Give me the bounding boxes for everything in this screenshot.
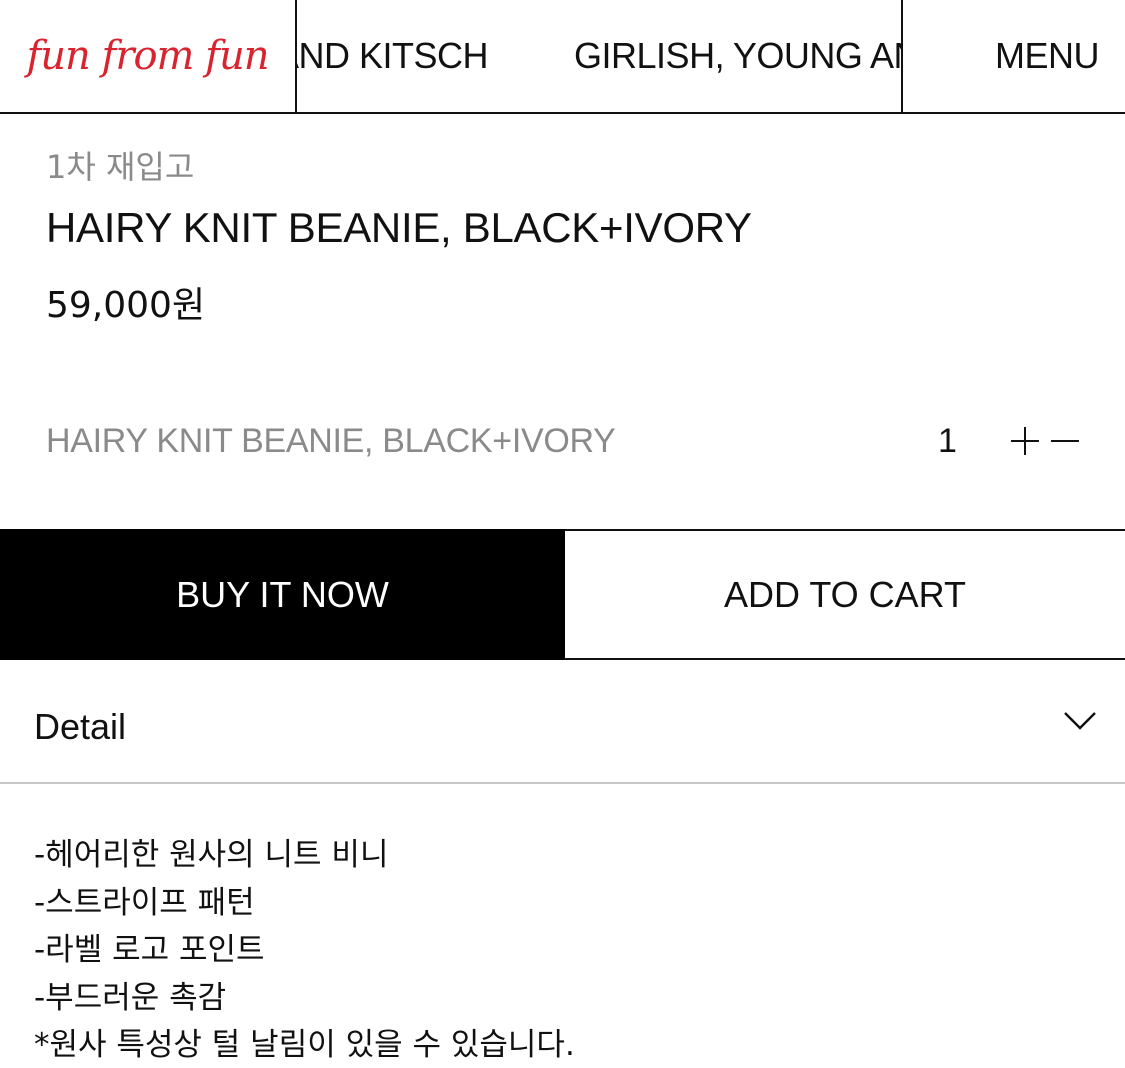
detail-line: -스트라이프 패턴 bbox=[34, 884, 255, 921]
detail-line: -헤어리한 원사의 니트 비니 bbox=[34, 837, 389, 873]
quantity-decrease-button[interactable] bbox=[1048, 424, 1082, 458]
site-header: fun from fun AND KITSCH GIRLISH, YOUNG A… bbox=[0, 0, 1125, 114]
logo[interactable]: fun from fun bbox=[0, 0, 295, 112]
detail-line: -라벨 로고 포인트 bbox=[34, 932, 265, 968]
restock-label: 1차 재입고 bbox=[46, 148, 195, 186]
menu-button[interactable]: MENU bbox=[903, 0, 1125, 112]
header-marquee: AND KITSCH GIRLISH, YOUNG AND KITSCH bbox=[295, 0, 903, 112]
quantity-increase-button[interactable] bbox=[1008, 424, 1042, 458]
marquee-item: GIRLISH, YOUNG AND KITSCH bbox=[574, 35, 901, 76]
detail-accordion-toggle[interactable]: Detail bbox=[0, 660, 1125, 784]
minus-icon bbox=[1051, 440, 1079, 442]
selected-option-name: HAIRY KNIT BEANIE, BLACK+IVORY bbox=[46, 422, 616, 460]
product-price: 59,000원 bbox=[46, 285, 206, 326]
detail-content: -헤어리한 원사의 니트 비니 -스트라이프 패턴 -라벨 로고 포인트 -부드… bbox=[34, 832, 1094, 1068]
chevron-down-icon bbox=[1064, 712, 1096, 730]
detail-line: *원사 특성상 털 날림이 있을 수 있습니다. bbox=[34, 1027, 575, 1063]
marquee-item: AND KITSCH bbox=[295, 35, 489, 76]
buy-now-button[interactable]: BUY IT NOW bbox=[0, 529, 565, 660]
add-to-cart-button[interactable]: ADD TO CART bbox=[565, 529, 1125, 660]
detail-line: -부드러운 촉감 bbox=[34, 979, 227, 1016]
product-title: HAIRY KNIT BEANIE, BLACK+IVORY bbox=[46, 204, 752, 251]
quantity-value: 1 bbox=[938, 422, 957, 460]
detail-title: Detail bbox=[34, 706, 127, 747]
marquee-track: AND KITSCH GIRLISH, YOUNG AND KITSCH bbox=[295, 0, 901, 112]
logo-text: fun from fun bbox=[26, 33, 269, 79]
product-page: fun from fun AND KITSCH GIRLISH, YOUNG A… bbox=[0, 0, 1125, 1068]
plus-icon bbox=[1011, 427, 1039, 455]
